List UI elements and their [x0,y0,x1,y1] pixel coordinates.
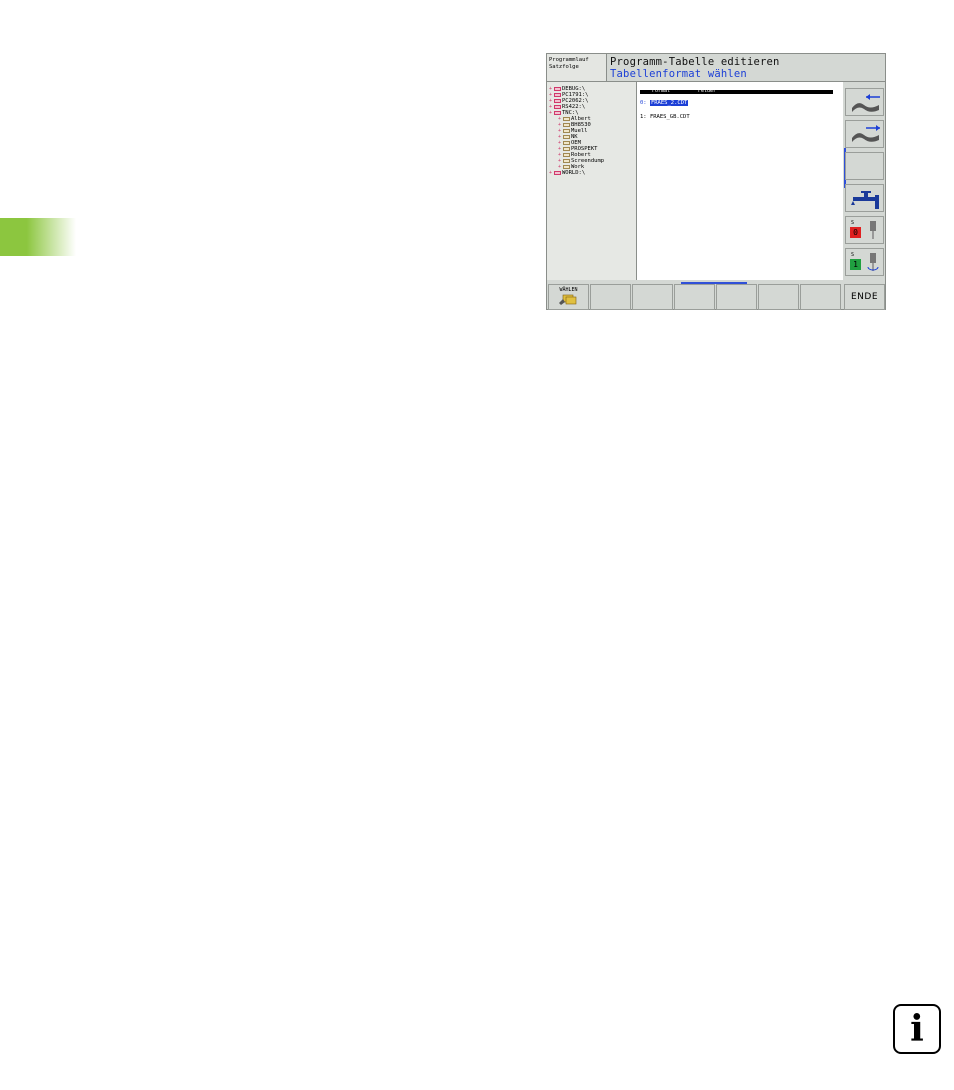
select-button[interactable]: WÄHLEN [548,284,589,310]
folder-icon [563,158,570,163]
blank-softkey[interactable] [845,152,884,180]
list-item[interactable]: 1: FRAES_GB.CDT [640,114,843,121]
row-filename[interactable]: FRAES_2.CDT [649,100,689,106]
info-glyph: i [910,1008,924,1050]
empty-softkey[interactable] [800,284,841,310]
empty-softkey[interactable] [674,284,715,310]
tree-item-label: WORLD:\ [562,170,586,176]
spindle-tool-icon [870,221,876,239]
folder-icon [563,152,570,157]
folder-icon [563,146,570,151]
drive-icon [554,86,561,91]
info-icon: i [893,1004,941,1054]
drive-icon [554,92,561,97]
list-header: Format Felder [640,88,833,94]
feed-button[interactable] [845,184,884,212]
select-files-icon [559,294,577,305]
folder-icon [563,134,570,139]
folder-icon [563,128,570,133]
empty-softkey[interactable] [758,284,799,310]
page-up-icon [852,94,880,112]
empty-softkey[interactable] [590,284,631,310]
spindle-on-button[interactable]: S 1 [845,248,884,276]
folder-icon [563,122,570,127]
directory-tree[interactable]: + DEBUG:\ + PC1791:\ + PC2062:\ + RS422:\ + TNC:\… [547,82,637,280]
drive-icon [554,104,561,109]
format-list[interactable]: Format Felder 0: FRAES_2.CDT 1: FRAES_GB… [637,82,843,280]
column-fields: Felder [698,88,717,94]
folder-icon [563,140,570,145]
spindle-rotate-icon [867,253,879,271]
empty-softkey[interactable] [632,284,673,310]
column-format: Format [652,88,671,94]
vertical-softkeys: S 0 S 1 [843,82,887,280]
page-title: Programm-Tabelle editieren [610,56,780,68]
row-filename[interactable]: FRAES_GB.CDT [650,114,690,120]
empty-softkey[interactable] [716,284,757,310]
tnc-screen: Programmlauf Satzfolge Programm-Tabelle … [546,53,886,310]
spindle-off-button[interactable]: S 0 [845,216,884,244]
page-up-button[interactable] [845,88,884,116]
page-subtitle: Tabellenformat wählen [610,68,747,80]
drive-icon [554,110,561,115]
page-down-button[interactable] [845,120,884,148]
screen-header: Programm-Tabelle editieren Tabellenforma… [607,54,885,82]
softkey-bar: WÄHLEN ENDE [547,282,887,311]
row-index: 1: [640,114,647,120]
page-down-icon [852,125,880,142]
mode-line2: Satzfolge [549,63,579,70]
row-index: 0: [640,100,647,106]
tree-item[interactable]: + WORLD:\ [549,170,636,176]
drive-icon [554,98,561,103]
folder-icon [563,164,570,169]
folder-icon [563,116,570,121]
feed-icon [851,191,879,209]
operating-mode: Programmlauf Satzfolge [547,54,607,82]
list-item[interactable]: 0: FRAES_2.CDT [640,100,843,107]
drive-icon [554,170,561,175]
chapter-tab [0,218,76,256]
end-button[interactable]: ENDE [844,284,885,310]
